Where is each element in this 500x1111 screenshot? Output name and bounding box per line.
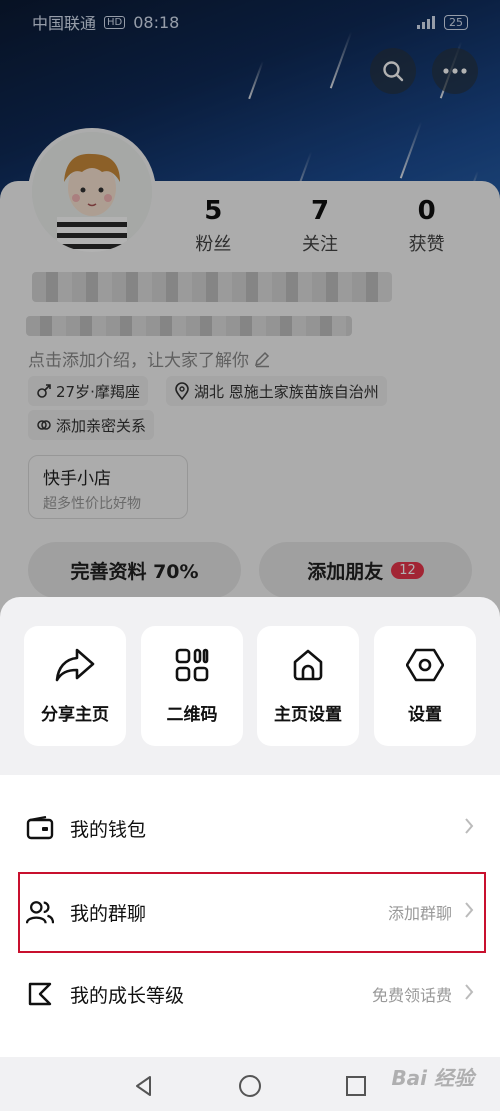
share-icon — [55, 648, 95, 681]
share-profile-tile[interactable]: 分享主页 — [24, 626, 126, 746]
chevron-right-icon — [464, 817, 474, 839]
highlight-box — [18, 872, 486, 953]
home-circle-icon[interactable] — [236, 1072, 264, 1100]
qr-code-label: 二维码 — [166, 704, 218, 725]
home-settings-label: 主页设置 — [274, 704, 342, 725]
qr-code-icon — [175, 648, 209, 681]
growth-level-label: 我的成长等级 — [70, 984, 185, 1007]
bottom-sheet: 分享主页 二维码 主页设置 设置 我的钱包 我的群聊 添加群聊 我的成长等级 免… — [0, 597, 500, 1111]
qr-code-tile[interactable]: 二维码 — [141, 626, 243, 746]
home-icon — [293, 649, 323, 680]
settings-label: 设置 — [408, 704, 442, 725]
watermark: Bai 经验 — [391, 1066, 474, 1090]
share-profile-label: 分享主页 — [41, 704, 109, 725]
growth-level-icon — [26, 980, 54, 1008]
wallet-label: 我的钱包 — [70, 818, 147, 841]
back-triangle-icon[interactable] — [130, 1072, 158, 1100]
growth-level-hint: 免费领话费 — [371, 986, 452, 1005]
chevron-right-icon — [464, 983, 474, 1005]
home-settings-tile[interactable]: 主页设置 — [257, 626, 359, 746]
settings-tile[interactable]: 设置 — [374, 626, 476, 746]
recents-square-icon[interactable] — [342, 1072, 370, 1100]
list-item-wallet[interactable]: 我的钱包 — [0, 787, 500, 869]
list-item-growth-level[interactable]: 我的成长等级 免费领话费 — [0, 953, 500, 1035]
wallet-icon — [26, 814, 54, 842]
settings-icon — [406, 648, 444, 681]
